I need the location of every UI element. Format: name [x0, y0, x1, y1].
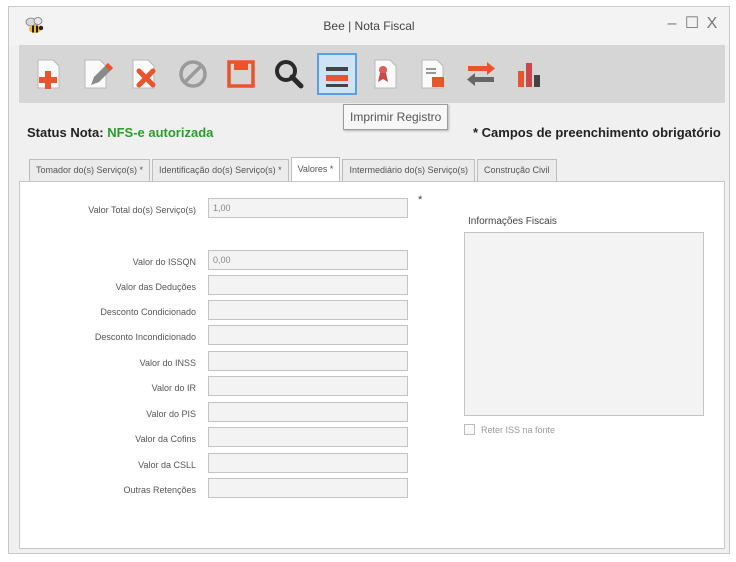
title-bar: Bee | Nota Fiscal – ☐ X — [9, 7, 729, 45]
tab-construcao-civil[interactable]: Construção Civil — [476, 159, 557, 181]
required-fields-note: * Campos de preenchimento obrigatório — [473, 125, 721, 140]
cofins-label: Valor da Cofins — [135, 434, 196, 444]
tab-intermediario[interactable]: Intermediário do(s) Serviço(s) — [342, 159, 475, 181]
informacoes-fiscais-textarea[interactable] — [464, 232, 704, 416]
tab-tomador[interactable]: Tomador do(s) Serviço(s) * — [29, 159, 151, 181]
save-button[interactable] — [221, 53, 261, 95]
delete-button[interactable] — [125, 53, 165, 95]
maximize-button[interactable]: ☐ — [683, 13, 701, 35]
inss-label: Valor do INSS — [139, 358, 196, 368]
deducoes-input[interactable] — [208, 275, 408, 295]
transfer-button[interactable] — [461, 53, 501, 95]
inss-input[interactable] — [208, 351, 408, 371]
delete-icon — [132, 59, 156, 89]
reter-iss-option[interactable]: Reter ISS na fonte — [464, 424, 555, 435]
status-line: Status Nota: NFS-e autorizada — [27, 125, 213, 140]
minimize-button[interactable]: – — [663, 13, 681, 35]
deducoes-label: Valor das Deduções — [115, 282, 196, 292]
report-button[interactable] — [509, 53, 549, 95]
issqn-input[interactable] — [208, 250, 408, 270]
ir-input[interactable] — [208, 376, 408, 396]
document-export-icon — [421, 59, 444, 89]
window-controls: – ☐ X — [663, 13, 721, 35]
print-button[interactable] — [317, 53, 357, 95]
total-label: Valor Total do(s) Serviço(s) — [88, 205, 196, 215]
valores-panel: Valor Total do(s) Serviço(s) * Valor do … — [19, 181, 725, 549]
edit-button[interactable] — [77, 53, 117, 95]
nota-fiscal-window: Bee | Nota Fiscal – ☐ X Imprimir Registr… — [8, 6, 730, 554]
total-input[interactable] — [208, 198, 408, 218]
status-value: NFS-e autorizada — [107, 125, 214, 140]
close-button[interactable]: X — [703, 13, 721, 35]
reter-iss-checkbox[interactable] — [464, 424, 475, 435]
csll-label: Valor da CSLL — [138, 460, 196, 470]
cofins-input[interactable] — [208, 427, 408, 447]
document-ribbon-button[interactable] — [365, 53, 405, 95]
window-title: Bee | Nota Fiscal — [323, 19, 415, 33]
outras-retencoes-input[interactable] — [208, 478, 408, 498]
cancel-icon — [179, 60, 207, 88]
informacoes-fiscais-label: Informações Fiscais — [468, 216, 557, 227]
toolbar — [19, 45, 725, 103]
outras-retencoes-label: Outras Retenções — [123, 485, 196, 495]
status-label: Status Nota: — [27, 125, 104, 140]
desconto-incondicionado-input[interactable] — [208, 325, 408, 345]
add-button[interactable] — [29, 53, 69, 95]
issqn-label: Valor do ISSQN — [132, 257, 196, 267]
save-icon — [227, 60, 255, 88]
bar-chart-icon — [518, 63, 540, 87]
tab-identificacao[interactable]: Identificação do(s) Serviço(s) * — [152, 159, 289, 181]
document-ribbon-icon — [374, 59, 397, 89]
csll-input[interactable] — [208, 453, 408, 473]
print-tooltip: Imprimir Registro — [343, 104, 449, 130]
tab-bar: Tomador do(s) Serviço(s) * Identificação… — [29, 157, 559, 181]
tab-valores[interactable]: Valores * — [290, 157, 341, 181]
cancel-button[interactable] — [173, 53, 213, 95]
pis-input[interactable] — [208, 402, 408, 422]
reter-iss-label: Reter ISS na fonte — [481, 424, 556, 435]
desconto-condicionado-input[interactable] — [208, 300, 408, 320]
pis-label: Valor do PIS — [146, 409, 196, 419]
total-required-mark: * — [418, 194, 423, 206]
add-icon — [37, 59, 60, 89]
ir-label: Valor do IR — [151, 383, 196, 393]
transfer-icon — [467, 62, 495, 86]
search-icon — [275, 60, 304, 89]
print-icon — [326, 67, 348, 87]
search-button[interactable] — [269, 53, 309, 95]
desconto-condicionado-label: Desconto Condicionado — [100, 307, 196, 317]
desconto-incondicionado-label: Desconto Incondicionado — [94, 332, 196, 342]
edit-icon — [84, 59, 113, 89]
document-export-button[interactable] — [413, 53, 453, 95]
